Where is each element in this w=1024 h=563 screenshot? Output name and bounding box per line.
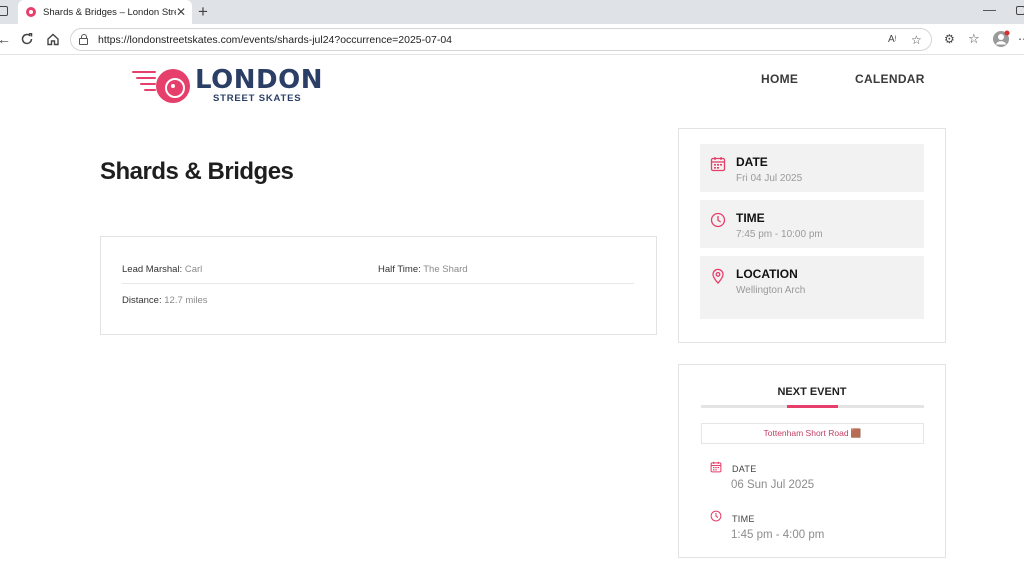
location-value: Wellington Arch <box>736 285 806 296</box>
new-tab-icon[interactable]: + <box>198 2 208 22</box>
half-time-label: Half Time: <box>378 264 421 275</box>
favorites-icon[interactable]: ☆ <box>968 32 980 46</box>
window-minimize-icon[interactable]: — <box>983 2 996 17</box>
tab-close-icon[interactable]: ✕ <box>176 5 186 19</box>
read-aloud-icon[interactable]: Aᵎ <box>888 34 896 45</box>
browser-tab-active[interactable]: Shards & Bridges – London Street ✕ <box>18 0 192 24</box>
favorite-star-icon[interactable]: ☆ <box>911 33 922 47</box>
event-details-card: Lead Marshal: Carl Half Time: The Shard … <box>100 236 657 335</box>
details-divider <box>122 283 634 284</box>
logo-speed-line <box>140 83 156 85</box>
date-value: Fri 04 Jul 2025 <box>736 173 803 184</box>
calendar-icon <box>710 461 722 473</box>
half-time-value: The Shard <box>423 264 468 275</box>
back-icon[interactable]: ← <box>0 32 11 46</box>
time-label: TIME <box>736 211 765 225</box>
calendar-icon <box>710 157 726 172</box>
distance-detail: Distance: 12.7 miles <box>122 295 208 306</box>
date-info-box: DATE Fri 04 Jul 2025 <box>700 144 924 192</box>
map-pin-icon <box>712 268 724 284</box>
nav-calendar[interactable]: CALENDAR <box>855 72 925 86</box>
distance-value: 12.7 miles <box>164 295 208 306</box>
browser-tab-strip: Shards & Bridges – London Street ✕ + — <box>0 0 1024 24</box>
next-event-card: NEXT EVENT Tottenham Short Road 🟫 DATE 0… <box>678 364 946 558</box>
logo-speed-line <box>144 89 156 91</box>
event-info-card: DATE Fri 04 Jul 2025 TIME 7:45 pm - 10:0… <box>678 128 946 343</box>
next-date-label: DATE <box>732 464 757 474</box>
distance-label: Distance: <box>122 295 162 306</box>
logo-wheel-icon <box>156 69 190 103</box>
next-time-value: 1:45 pm - 4:00 pm <box>731 529 825 541</box>
lead-marshal-detail: Lead Marshal: Carl <box>122 264 202 275</box>
date-label: DATE <box>736 155 768 169</box>
browser-toolbar: ← https://londonstreetskates.com/events/… <box>0 24 1024 55</box>
sidebar-toggle-icon[interactable] <box>0 6 8 16</box>
next-event-underline <box>701 405 924 408</box>
page-title: Shards & Bridges <box>100 158 294 185</box>
clock-icon <box>710 212 726 228</box>
lead-marshal-value: Carl <box>184 264 203 275</box>
site-logo[interactable]: LONDON STREET SKATES <box>132 65 323 106</box>
next-event-underline-accent <box>787 405 838 408</box>
location-label: LOCATION <box>736 267 798 281</box>
clock-icon <box>710 510 722 522</box>
logo-speed-line <box>132 71 156 73</box>
next-event-heading: NEXT EVENT <box>777 386 847 398</box>
address-bar[interactable]: https://londonstreetskates.com/events/sh… <box>70 28 932 51</box>
url-text[interactable]: https://londonstreetskates.com/events/sh… <box>98 34 452 46</box>
next-date-value: 06 Sun Jul 2025 <box>731 479 815 491</box>
half-time-detail: Half Time: The Shard <box>378 264 468 275</box>
nav-home[interactable]: HOME <box>761 72 798 86</box>
profile-avatar-icon[interactable] <box>992 30 1010 48</box>
refresh-icon[interactable] <box>20 32 34 46</box>
window-restore-icon[interactable] <box>1016 6 1024 15</box>
lock-icon[interactable] <box>79 33 88 45</box>
extensions-icon[interactable]: ⚙ <box>944 32 955 46</box>
tab-title: Shards & Bridges – London Street <box>43 6 176 18</box>
logo-wordmark: LONDON <box>195 65 323 95</box>
logo-speed-line <box>136 77 156 79</box>
lead-marshal-label: Lead Marshal: <box>122 264 183 275</box>
site-favicon-icon <box>26 7 36 17</box>
time-value: 7:45 pm - 10:00 pm <box>736 229 823 240</box>
next-event-link[interactable]: Tottenham Short Road 🟫 <box>701 423 924 444</box>
more-menu-icon[interactable]: ⋯ <box>1018 32 1024 46</box>
time-info-box: TIME 7:45 pm - 10:00 pm <box>700 200 924 248</box>
home-icon[interactable] <box>46 32 60 46</box>
next-time-label: TIME <box>732 514 755 524</box>
location-info-box: LOCATION Wellington Arch <box>700 256 924 319</box>
logo-subtitle: STREET SKATES <box>213 93 302 104</box>
